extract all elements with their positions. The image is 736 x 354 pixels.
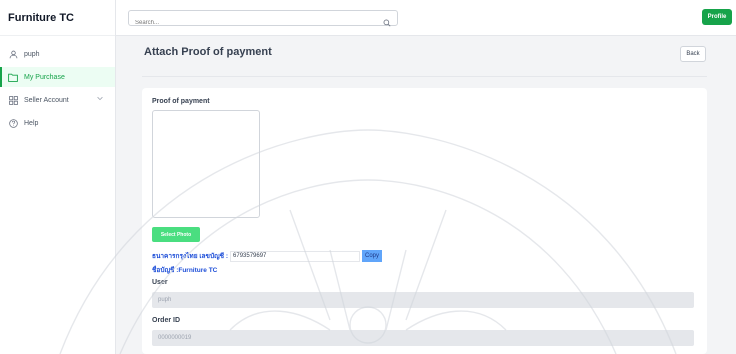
payment-form: Proof of payment Select Photo ธนาคารกรุง…: [142, 88, 707, 354]
search-input[interactable]: [129, 16, 369, 30]
user-label: User: [152, 279, 168, 286]
user-field[interactable]: puph: [152, 292, 694, 308]
brand-title[interactable]: Furniture TC: [0, 0, 115, 36]
back-button[interactable]: Back: [680, 46, 706, 62]
bank-row: ธนาคารกรุงไทย เลขบัญชี : 6793579697 Copy: [152, 250, 383, 262]
order-id-label: Order ID: [152, 317, 181, 324]
select-photo-button[interactable]: Select Photo: [152, 227, 200, 242]
account-name: ชื่อบัญชี :Furniture TC: [152, 267, 218, 274]
top-bar: Profile: [116, 0, 736, 36]
header-divider: [142, 76, 707, 77]
sidebar-item-seller-account[interactable]: Seller Account: [0, 90, 115, 110]
chevron-down-icon: [97, 96, 103, 103]
bank-number: 6793579697: [230, 250, 361, 262]
user-icon: [8, 49, 18, 59]
bank-label: ธนาคารกรุงไทย เลขบัญชี :: [152, 253, 229, 260]
profile-button[interactable]: Profile: [702, 9, 732, 25]
page-header: Attach Proof of payment Back: [126, 36, 726, 76]
sidebar-item-label: puph: [24, 50, 40, 58]
sidebar-item-my-purchase[interactable]: My Purchase: [0, 67, 115, 87]
help-icon: [8, 118, 18, 128]
sidebar-item-label: My Purchase: [24, 73, 65, 81]
search-box: [128, 10, 398, 30]
folder-icon: [8, 72, 18, 82]
search-icon[interactable]: [383, 14, 391, 32]
sidebar: Furniture TC puph My Purchase Seller Acc…: [0, 0, 116, 354]
sidebar-item-label: Seller Account: [24, 96, 69, 104]
sidebar-item-help[interactable]: Help: [0, 113, 115, 133]
sidebar-item-user[interactable]: puph: [0, 44, 115, 64]
order-id-field[interactable]: 0000000019: [152, 330, 694, 346]
photo-preview[interactable]: [152, 110, 260, 218]
proof-label: Proof of payment: [152, 98, 210, 105]
sidebar-nav: puph My Purchase Seller Account Help: [0, 36, 115, 133]
page-title: Attach Proof of payment: [144, 46, 272, 58]
sidebar-item-label: Help: [24, 119, 39, 127]
copy-button[interactable]: Copy: [362, 250, 383, 262]
grid-icon: [8, 95, 18, 105]
